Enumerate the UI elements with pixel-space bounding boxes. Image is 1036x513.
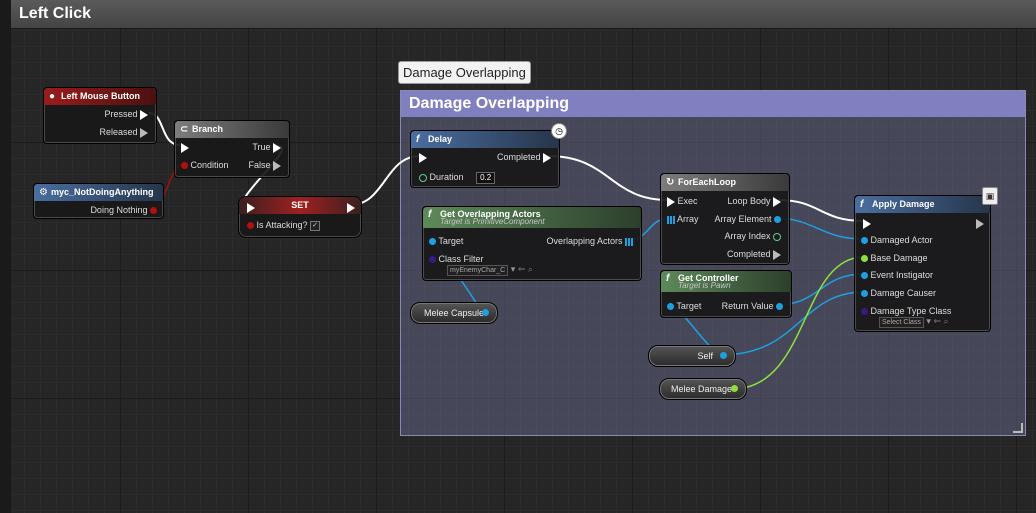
set-node[interactable]: SET Is Attacking? ✓ bbox=[238, 196, 362, 238]
self-variable[interactable]: Self bbox=[648, 345, 736, 367]
duration-input[interactable]: 0.2 bbox=[476, 171, 496, 184]
exec-pin-icon bbox=[543, 152, 551, 163]
array-pin-icon bbox=[667, 215, 675, 224]
mouse-icon: ● bbox=[49, 91, 56, 102]
target-pin[interactable]: Target bbox=[429, 235, 463, 247]
class-pin-icon bbox=[429, 256, 436, 264]
melee-capsule-variable[interactable]: Melee Capsule bbox=[410, 302, 498, 324]
loop-completed-pin[interactable]: Completed bbox=[727, 248, 781, 260]
search-icon: ⌕ bbox=[943, 316, 949, 326]
exec-pin-icon bbox=[247, 202, 255, 213]
get-overlapping-actors-node[interactable]: f Get Overlapping Actors Target is Primiti… bbox=[422, 206, 642, 281]
doing-nothing-pin[interactable]: Doing Nothing bbox=[90, 204, 157, 216]
exec-pin[interactable]: Exec bbox=[667, 195, 698, 207]
object-pin-icon bbox=[429, 238, 436, 246]
left-mouse-button-node[interactable]: ● Left Mouse Button Pressed Released bbox=[43, 87, 157, 144]
branch-icon: ⊂ bbox=[180, 124, 189, 135]
duration-pin[interactable]: Duration 0.2 bbox=[419, 171, 496, 184]
array-pin[interactable]: Array bbox=[667, 213, 699, 225]
loop-icon: ↻ bbox=[666, 177, 675, 188]
base-damage-pin[interactable]: Base Damage bbox=[861, 252, 928, 264]
apply-damage-node[interactable]: f Apply Damage Damaged Actor Base Damage … bbox=[854, 195, 991, 332]
wire-loopbody-to-apply bbox=[777, 199, 865, 222]
is-attacking-pin[interactable]: Is Attacking? ✓ bbox=[247, 219, 321, 231]
object-pin-icon bbox=[861, 237, 868, 245]
object-pin-icon bbox=[667, 303, 674, 311]
melee-damage-variable[interactable]: Melee Damage bbox=[659, 378, 747, 400]
float-pin-icon bbox=[861, 255, 868, 263]
gear-icon: ⚙ bbox=[39, 187, 48, 198]
damage-type-select[interactable]: Select Class ▾ ⇐ ⌕ bbox=[879, 315, 949, 328]
get-controller-node[interactable]: f Get Controller Target is Pawn Target Ret… bbox=[660, 270, 792, 318]
branch-exec-in[interactable] bbox=[181, 141, 189, 153]
network-cube-icon: ▣ bbox=[982, 187, 998, 205]
false-pin[interactable]: False bbox=[248, 159, 281, 171]
back-arrow-icon: ⇐ bbox=[517, 264, 526, 274]
myc-not-doing-anything-node[interactable]: ⚙ myc_NotDoingAnything Doing Nothing bbox=[33, 183, 164, 219]
loop-body-pin[interactable]: Loop Body bbox=[727, 195, 781, 207]
function-icon: f bbox=[666, 273, 670, 284]
for-each-loop-node[interactable]: ↻ ForEachLoop Exec Loop Body Array Array … bbox=[660, 173, 790, 265]
object-pin-icon[interactable] bbox=[482, 309, 489, 316]
controller-target-pin[interactable]: Target bbox=[667, 300, 701, 312]
object-pin-icon bbox=[861, 290, 868, 298]
exec-pin-icon bbox=[273, 142, 281, 153]
damaged-actor-pin[interactable]: Damaged Actor bbox=[861, 234, 933, 246]
search-icon: ⌕ bbox=[527, 264, 533, 274]
object-pin-icon bbox=[776, 303, 783, 311]
exec-pin-icon bbox=[773, 249, 781, 260]
exec-pin-icon bbox=[347, 202, 355, 213]
set-exec-in[interactable] bbox=[247, 201, 255, 213]
bool-pin-icon bbox=[150, 207, 157, 215]
pressed-pin[interactable]: Pressed bbox=[104, 108, 148, 120]
branch-node[interactable]: ⊂ Branch True Condition False bbox=[174, 120, 290, 178]
exec-pin-icon bbox=[273, 160, 281, 171]
array-pin-icon bbox=[625, 237, 633, 246]
object-pin-icon bbox=[861, 272, 868, 280]
return-value-pin[interactable]: Return Value bbox=[722, 300, 783, 312]
int-pin-icon bbox=[773, 232, 781, 241]
damage-causer-pin[interactable]: Damage Causer bbox=[861, 287, 936, 299]
function-icon: f bbox=[416, 134, 420, 145]
class-pin-icon bbox=[861, 308, 868, 316]
function-icon: f bbox=[428, 209, 432, 220]
back-arrow-icon: ⇐ bbox=[933, 316, 942, 326]
bool-pin-icon bbox=[181, 162, 188, 170]
apply-exec-out[interactable] bbox=[976, 217, 984, 229]
exec-pin-icon bbox=[140, 109, 148, 120]
array-element-pin[interactable]: Array Element bbox=[714, 213, 781, 225]
exec-pin-icon bbox=[181, 142, 189, 153]
delay-node[interactable]: f Delay Completed Duration 0.2 bbox=[410, 130, 560, 188]
object-pin-icon bbox=[774, 216, 781, 224]
float-pin-icon bbox=[419, 173, 427, 182]
true-pin[interactable]: True bbox=[252, 141, 281, 153]
released-pin[interactable]: Released bbox=[99, 126, 148, 138]
exec-pin-icon bbox=[667, 196, 675, 207]
completed-pin[interactable]: Completed bbox=[497, 151, 551, 163]
float-pin-icon[interactable] bbox=[731, 385, 738, 392]
exec-pin-icon bbox=[773, 196, 781, 207]
condition-pin[interactable]: Condition bbox=[181, 159, 229, 171]
wire-delay-to-loop bbox=[547, 155, 669, 201]
overlapping-actors-pin[interactable]: Overlapping Actors bbox=[546, 235, 633, 247]
exec-pin-icon bbox=[140, 127, 148, 138]
exec-pin-icon bbox=[976, 218, 984, 229]
checkbox-checked-icon[interactable]: ✓ bbox=[310, 220, 321, 231]
exec-pin-icon bbox=[863, 218, 871, 229]
delay-exec-in[interactable] bbox=[419, 151, 427, 163]
chevron-down-icon: ▾ bbox=[926, 316, 931, 326]
chevron-down-icon: ▾ bbox=[510, 264, 516, 274]
bool-pin-icon bbox=[247, 222, 254, 230]
clock-icon: ◷ bbox=[551, 123, 567, 139]
array-index-pin[interactable]: Array Index bbox=[724, 230, 781, 242]
apply-exec-in[interactable] bbox=[863, 217, 871, 229]
set-exec-out[interactable] bbox=[347, 201, 355, 213]
exec-pin-icon bbox=[419, 152, 427, 163]
event-instigator-pin[interactable]: Event Instigator bbox=[861, 269, 933, 281]
object-pin-icon[interactable] bbox=[720, 352, 727, 359]
class-filter-select[interactable]: myEnemyChar_C ▾ ⇐ ⌕ bbox=[447, 263, 533, 276]
function-icon: f bbox=[860, 199, 864, 210]
